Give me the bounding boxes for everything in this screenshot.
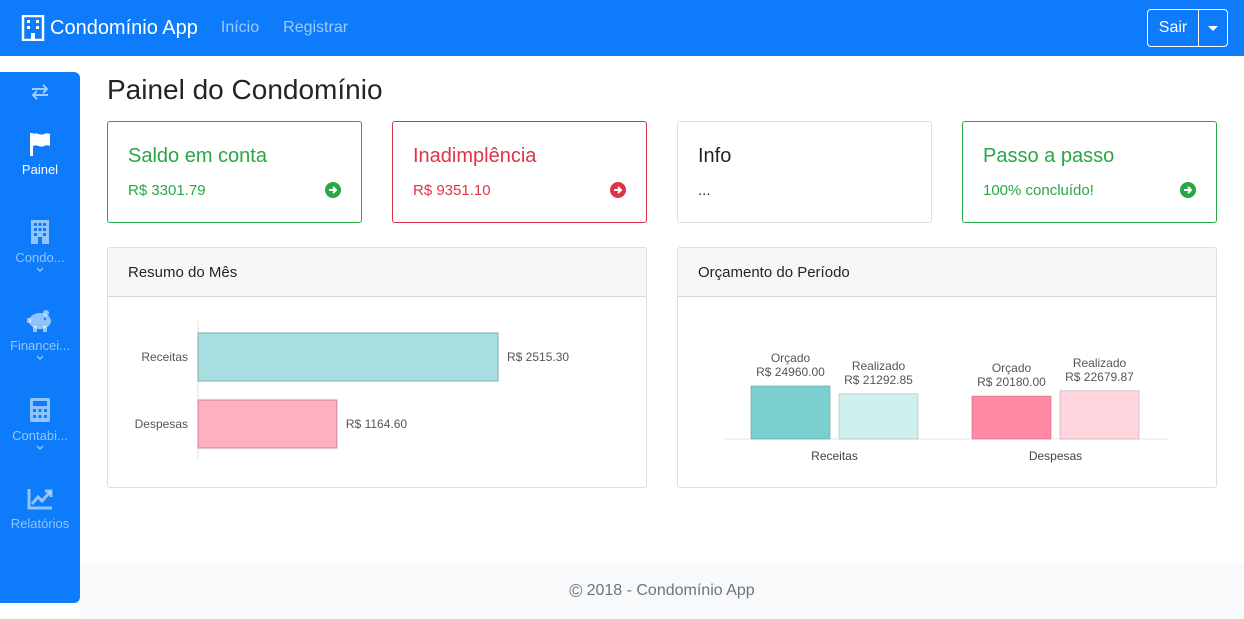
logout-button[interactable]: Sair <box>1148 10 1199 46</box>
brand-name: Condomínio App <box>50 16 198 39</box>
value-label: R$ 2515.30 <box>507 350 569 364</box>
arrow-circle-right-icon[interactable] <box>1180 182 1196 198</box>
stat-card-inadimplencia[interactable]: Inadimplência R$ 9351.10 <box>392 121 647 223</box>
sidebar-item-label: Contabi... <box>12 428 68 443</box>
series-label: Orçado <box>771 351 811 365</box>
exchange-icon[interactable] <box>29 84 51 100</box>
stat-card-info[interactable]: Info ... <box>677 121 932 223</box>
dropdown-toggle[interactable] <box>1199 10 1227 46</box>
logout-button-group: Sair <box>1147 9 1228 47</box>
summary-card: Resumo do Mês Receitas R$ 2515.30 Despesas… <box>107 247 647 488</box>
copyright-icon: © <box>569 580 583 601</box>
building-icon <box>21 15 45 41</box>
piggy-bank-icon <box>27 310 51 332</box>
stat-value: ... <box>698 182 711 199</box>
value-label: R$ 21292.85 <box>844 373 913 387</box>
caret-down-icon <box>1208 25 1218 31</box>
sidebar-item-label: Relatórios <box>10 516 70 531</box>
stat-value: R$ 9351.10 <box>413 182 491 199</box>
bar-receitas[interactable] <box>197 332 499 382</box>
category-label: Receitas <box>141 350 188 364</box>
chart-line-icon <box>27 489 53 510</box>
series-label: Realizado <box>852 359 906 373</box>
footer-text: 2018 - Condomínio App <box>586 582 755 599</box>
summary-bar-chart: Receitas R$ 2515.30 Despesas R$ 1164.60 <box>135 321 569 459</box>
stat-title: Inadimplência <box>413 145 537 167</box>
page-title: Painel do Condomínio <box>107 74 383 105</box>
budget-card: Orçamento do Período Orçado R$ 24960.00 Re… <box>677 247 1217 488</box>
sidebar: Painel Condo... Financei... Contabi... R… <box>0 72 80 603</box>
stat-card-saldo[interactable]: Saldo em conta R$ 3301.79 <box>107 121 362 223</box>
series-label: Orçado <box>992 361 1032 375</box>
category-label: Receitas <box>811 449 858 463</box>
top-navbar: Condomínio App Início Registrar Sair <box>0 0 1244 56</box>
sidebar-item-painel[interactable]: Painel <box>0 132 80 177</box>
chevron-down-icon <box>36 445 44 451</box>
stat-title: Saldo em conta <box>128 145 267 167</box>
sidebar-item-relatorios[interactable]: Relatórios <box>0 488 80 531</box>
nav-link-registrar[interactable]: Registrar <box>283 19 348 37</box>
flag-icon <box>30 133 50 156</box>
nav-link-inicio[interactable]: Início <box>221 19 259 37</box>
bar-despesas[interactable] <box>197 399 338 449</box>
sidebar-item-financeiro[interactable]: Financei... <box>0 308 80 361</box>
bar-receitas-orçado[interactable] <box>750 385 831 440</box>
summary-card-header: Resumo do Mês <box>108 248 646 297</box>
budget-card-header: Orçamento do Período <box>678 248 1216 297</box>
category-label: Despesas <box>135 417 188 431</box>
sidebar-item-label: Painel <box>21 162 59 177</box>
arrow-circle-right-icon[interactable] <box>610 182 626 198</box>
stat-card-passo-a-passo[interactable]: Passo a passo 100% concluído! <box>962 121 1217 223</box>
value-label: R$ 1164.60 <box>346 417 407 431</box>
chevron-down-icon <box>36 355 44 361</box>
stat-value: R$ 3301.79 <box>128 182 206 199</box>
sidebar-item-label: Condo... <box>15 250 65 265</box>
brand[interactable]: Condomínio App <box>21 15 198 41</box>
bar-receitas-realizado[interactable] <box>838 393 919 440</box>
bar-despesas-realizado[interactable] <box>1059 390 1140 440</box>
footer: © 2018 - Condomínio App <box>80 563 1244 619</box>
value-label: R$ 22679.87 <box>1065 370 1134 384</box>
building-icon <box>31 220 49 244</box>
value-label: R$ 24960.00 <box>756 365 825 379</box>
arrow-circle-right-icon[interactable] <box>325 182 341 198</box>
bar-despesas-orçado[interactable] <box>971 395 1052 440</box>
value-label: R$ 20180.00 <box>977 375 1046 389</box>
category-label: Despesas <box>1029 449 1082 463</box>
series-label: Realizado <box>1073 356 1127 370</box>
sidebar-item-condominio[interactable]: Condo... <box>0 220 80 273</box>
calculator-icon <box>30 398 50 422</box>
budget-bar-chart: OrçadoR$ 24960.00 RealizadoR$ 21292.85Rec… <box>724 351 1168 463</box>
sidebar-item-label: Financei... <box>10 338 70 353</box>
chevron-down-icon <box>36 267 44 273</box>
sidebar-item-contabilidade[interactable]: Contabi... <box>0 398 80 451</box>
stat-value: 100% concluído! <box>983 182 1094 199</box>
stat-title: Passo a passo <box>983 145 1115 167</box>
stat-title: Info <box>698 145 732 167</box>
